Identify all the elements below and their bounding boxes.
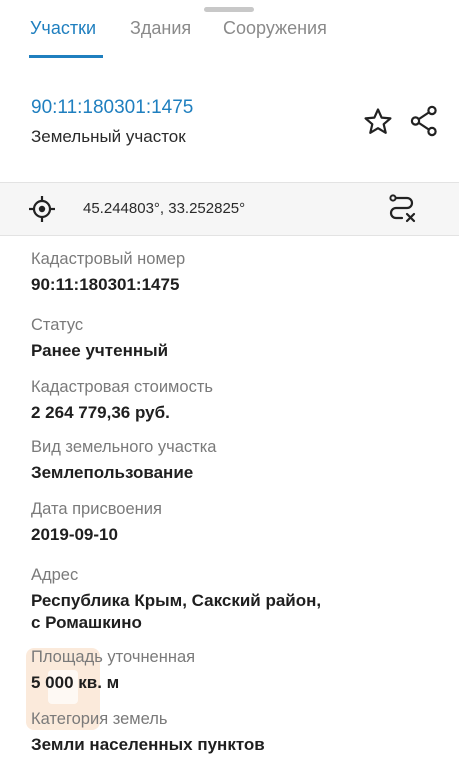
- status-value: Ранее учтенный: [31, 341, 169, 360]
- land-category-label: Категория земель: [31, 710, 168, 728]
- area-value: 5 000 кв. м: [31, 673, 120, 692]
- tab-structures[interactable]: Сооружения: [223, 18, 327, 39]
- favorite-button[interactable]: [362, 106, 394, 138]
- route-cancel-icon: [389, 194, 416, 223]
- share-icon: [410, 105, 437, 137]
- cadastral-number-label: Кадастровый номер: [31, 250, 186, 268]
- land-use-value: Землепользование: [31, 463, 194, 482]
- locate-button[interactable]: [28, 195, 56, 223]
- status-label: Статус: [31, 316, 84, 334]
- address-label: Адрес: [31, 566, 79, 584]
- share-button[interactable]: [408, 104, 440, 138]
- address-line2: с Ромашкино: [31, 613, 142, 632]
- route-button[interactable]: [386, 193, 418, 225]
- tab-buildings[interactable]: Здания: [130, 18, 191, 39]
- land-category-value: Земли населенных пунктов: [31, 735, 265, 754]
- assignment-date-label: Дата присвоения: [31, 500, 162, 518]
- tab-parcels[interactable]: Участки: [30, 18, 96, 39]
- assignment-date-value: 2019-09-10: [31, 525, 118, 544]
- object-type-label: Земельный участок: [31, 127, 186, 146]
- cadastral-number-value: 90:11:180301:1475: [31, 275, 180, 294]
- area-label: Площадь уточненная: [31, 648, 196, 666]
- tab-bar: Участки Здания Сооружения: [0, 0, 459, 59]
- crosshair-icon: [29, 196, 55, 222]
- coordinates-text: 45.244803°, 33.252825°: [83, 200, 246, 217]
- star-icon: [364, 108, 392, 134]
- address-line1: Республика Крым, Сакский район,: [31, 591, 322, 610]
- cadastral-number-link[interactable]: 90:11:180301:1475: [31, 97, 193, 119]
- land-use-label: Вид земельного участка: [31, 438, 217, 456]
- cadastral-value-value: 2 264 779,36 руб.: [31, 403, 170, 422]
- cadastral-value-label: Кадастровая стоимость: [31, 378, 213, 396]
